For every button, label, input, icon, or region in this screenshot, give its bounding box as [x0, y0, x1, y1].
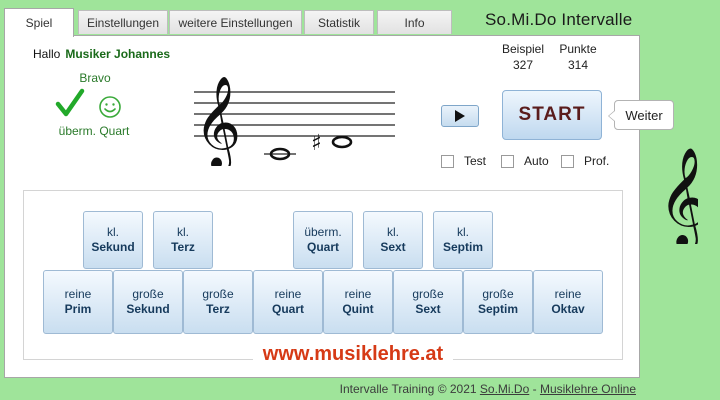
punkte-label: Punkte	[559, 42, 597, 56]
tab-weitere-einstellungen[interactable]: weitere Einstellungen	[169, 10, 302, 34]
interval-button-reine-quint[interactable]: reine Quint	[323, 270, 393, 334]
test-checkbox[interactable]	[441, 154, 454, 168]
somido-link[interactable]: So.Mi.Do	[480, 382, 529, 396]
tab-statistik[interactable]: Statistik	[304, 10, 374, 34]
option-prof[interactable]: Prof.	[561, 154, 609, 168]
user-name: Musiker Johannes	[65, 47, 171, 61]
game-panel: Hallo Musiker Johannes Bravo überm. Quart…	[4, 35, 640, 378]
note-high	[331, 135, 353, 149]
tab-spiel[interactable]: Spiel	[4, 8, 74, 37]
footer-separator: -	[532, 382, 537, 396]
musiklehre-online-link[interactable]: Musiklehre Online	[540, 382, 636, 396]
footer-text: Intervalle Training © 2021	[339, 382, 477, 396]
interval-button-reine-prim[interactable]: reine Prim	[43, 270, 113, 334]
interval-button-kl-sext[interactable]: kl. Sext	[363, 211, 423, 269]
interval-button-grosse-sekund[interactable]: große Sekund	[113, 270, 183, 334]
interval-button-grosse-terz[interactable]: große Terz	[183, 270, 253, 334]
website-url: www.musiklehre.at	[253, 343, 453, 366]
auto-checkbox[interactable]	[501, 154, 514, 168]
weiter-tooltip: Weiter	[608, 100, 674, 130]
feedback-text: Bravo	[79, 71, 111, 85]
checkmark-icon	[55, 88, 85, 117]
tab-einstellungen[interactable]: Einstellungen	[78, 10, 168, 34]
answer-text: überm. Quart	[58, 124, 130, 138]
smiley-icon	[99, 96, 121, 118]
option-auto[interactable]: Auto	[501, 154, 549, 168]
option-test[interactable]: Test	[441, 154, 486, 168]
interval-button-reine-oktav[interactable]: reine Oktav	[533, 270, 603, 334]
tab-info[interactable]: Info	[377, 10, 452, 34]
treble-clef-icon: 𝄞	[194, 75, 241, 166]
play-icon	[455, 110, 465, 122]
interval-button-kl-terz[interactable]: kl. Terz	[153, 211, 213, 269]
music-staff: 𝄞 ♯	[194, 75, 395, 166]
footer: Intervalle Training © 2021 So.Mi.Do - Mu…	[300, 382, 636, 396]
beispiel-value: 327	[512, 58, 534, 72]
sharp-icon: ♯	[311, 131, 322, 156]
treble-clef-icon: 𝄞	[658, 147, 698, 244]
svg-text:𝄞: 𝄞	[658, 147, 698, 244]
greeting: Hallo Musiker Johannes	[33, 47, 170, 61]
beispiel-label: Beispiel	[501, 42, 545, 56]
interval-button-grosse-septim[interactable]: große Septim	[463, 270, 533, 334]
interval-button-kl-septim[interactable]: kl. Septim	[433, 211, 493, 269]
prof-checkbox[interactable]	[561, 154, 574, 168]
interval-button-reine-quart[interactable]: reine Quart	[253, 270, 323, 334]
app-title: So.Mi.Do Intervalle	[485, 10, 633, 29]
punkte-value: 314	[567, 58, 589, 72]
greeting-prefix: Hallo	[33, 47, 61, 61]
play-button[interactable]	[441, 105, 479, 127]
interval-button-ueberm-quart[interactable]: überm. Quart	[293, 211, 353, 269]
interval-button-kl-sekund[interactable]: kl. Sekund	[83, 211, 143, 269]
interval-button-grosse-sext[interactable]: große Sext	[393, 270, 463, 334]
start-button[interactable]: START	[502, 90, 602, 140]
